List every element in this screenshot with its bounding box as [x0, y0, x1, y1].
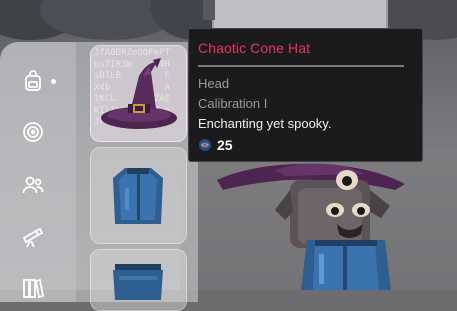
backpack-icon	[25, 70, 41, 91]
friends-icon	[22, 176, 44, 194]
character-preview	[217, 163, 405, 290]
nav-backpack[interactable]	[18, 66, 48, 96]
item-calibration: Calibration I	[198, 96, 268, 111]
target-icon	[23, 122, 43, 142]
books-icon	[23, 278, 45, 299]
inventory-slot-hat[interactable]: JfA0DRZoOQFePT us7IR3W 4H sDTLB F X4b A …	[90, 45, 187, 142]
item-cost-value: 25	[217, 137, 233, 153]
crystal-orb-icon	[199, 139, 211, 151]
nav-friends[interactable]	[18, 170, 48, 200]
blue-shirt-icon	[113, 168, 163, 224]
item-tooltip: Chaotic Cone Hat Head Calibration I Ench…	[188, 28, 423, 162]
tooltip-divider	[198, 65, 404, 67]
nav-books[interactable]	[18, 272, 48, 302]
item-description: Enchanting yet spooky.	[198, 116, 332, 131]
item-name: Chaotic Cone Hat	[198, 40, 311, 56]
active-indicator	[51, 79, 56, 84]
telescope-icon	[22, 227, 44, 248]
item-cost: 25	[198, 137, 233, 153]
nav-target[interactable]	[18, 117, 48, 147]
inventory-slot-shirt[interactable]	[90, 147, 187, 244]
blue-pants-icon	[113, 264, 163, 300]
witch-hat-icon	[101, 58, 177, 129]
inventory-slot-pants[interactable]	[90, 249, 187, 311]
nav-telescope[interactable]	[18, 222, 48, 252]
item-slot-type: Head	[198, 76, 230, 91]
